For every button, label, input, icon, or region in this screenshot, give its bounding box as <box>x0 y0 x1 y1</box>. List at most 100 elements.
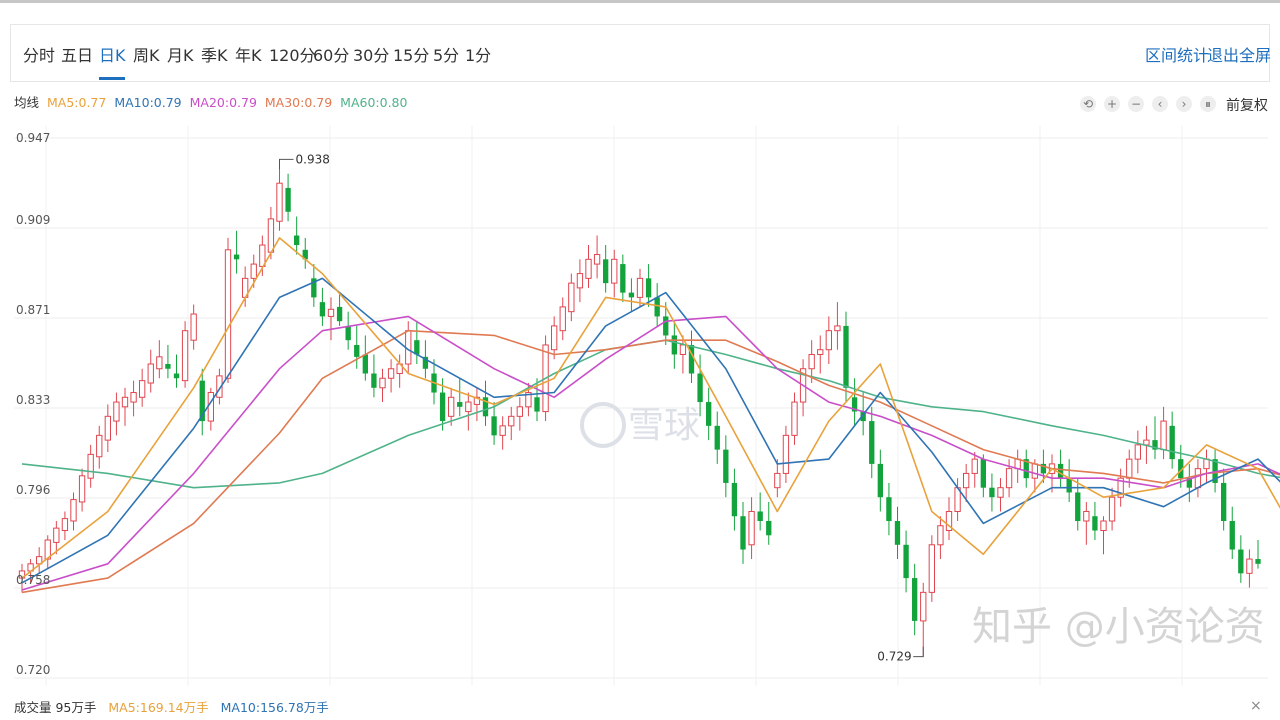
candle-body <box>679 344 687 355</box>
candle-body <box>1031 463 1038 479</box>
candle-body <box>1238 549 1244 574</box>
candle-body <box>576 273 584 289</box>
candle-body <box>1255 559 1261 564</box>
candle-body <box>628 292 635 298</box>
candle-body <box>156 356 163 370</box>
candle-body <box>834 325 841 332</box>
y-tick-label: 0.947 <box>16 131 50 145</box>
candle-body <box>791 401 798 436</box>
y-tick-label: 0.871 <box>16 303 50 317</box>
y-axis: 0.947 0.909 0.871 0.833 0.796 0.758 0.720 <box>16 131 50 677</box>
candle-body <box>267 218 275 253</box>
candle-body <box>886 497 892 521</box>
candle-body <box>1100 520 1107 532</box>
candle-body <box>636 277 644 298</box>
candle-body <box>663 316 669 336</box>
candle-body <box>1246 558 1253 574</box>
y-tick-label: 0.909 <box>16 213 50 227</box>
candle-body <box>354 344 360 357</box>
candle-body <box>1005 468 1013 489</box>
candle-body <box>336 306 343 322</box>
candle-body <box>448 396 455 417</box>
candle-body <box>714 425 720 450</box>
candle-body <box>285 187 291 212</box>
candle-body <box>1203 458 1210 470</box>
candle-body <box>362 354 368 374</box>
candle-body <box>1075 492 1081 521</box>
candle-body <box>551 325 558 351</box>
candle-body <box>620 264 626 293</box>
candle-body <box>1160 420 1167 451</box>
candle-body <box>345 325 351 341</box>
candlestick-chart: 雪球 知乎 @小资论资 0.947 0.909 0.871 0.833 0.796 0.7… <box>14 126 1280 686</box>
candle-body <box>585 258 592 279</box>
watermark-logo-text: 雪球 <box>628 405 700 446</box>
candle-body <box>371 373 377 388</box>
candle-body <box>989 487 995 498</box>
candle-body <box>173 373 180 379</box>
candle-body <box>903 544 909 579</box>
candle-body <box>1134 444 1141 460</box>
candle-body <box>294 235 300 246</box>
candle-body <box>1126 458 1133 479</box>
candle-body <box>516 406 523 417</box>
y-tick-label: 0.720 <box>16 663 50 677</box>
candle-body <box>723 449 729 483</box>
volume-info: 成交量 95万手 MA5:169.14万手 MA10:156.78万手 <box>14 697 337 716</box>
xueqiu-logo-icon <box>580 402 626 448</box>
candle-body <box>387 368 395 379</box>
candle-body <box>731 482 738 517</box>
candle-body <box>104 415 111 441</box>
volume-label: 成交量 95万手 <box>14 700 97 715</box>
candle-body <box>96 434 103 458</box>
candle-body <box>963 472 970 489</box>
candle-body <box>508 415 515 427</box>
candle-body <box>757 511 763 521</box>
candle-body <box>61 518 69 532</box>
candle-body <box>894 520 901 545</box>
candle-body <box>147 363 154 384</box>
candle-body <box>414 340 420 355</box>
candle-body <box>774 472 781 489</box>
y-tick-label: 0.758 <box>16 573 50 587</box>
candle-body <box>87 453 94 479</box>
candle-body <box>825 330 832 351</box>
low-label: 0.729 <box>877 650 911 664</box>
candle-body <box>276 182 283 222</box>
candle-body <box>740 516 746 550</box>
close-icon[interactable]: × <box>1250 698 1262 714</box>
candle-body <box>928 544 935 593</box>
candle-body <box>1169 425 1175 460</box>
candle-body <box>1057 463 1064 479</box>
candle-body <box>697 373 703 403</box>
candle-body <box>499 425 506 436</box>
y-tick-label: 0.796 <box>16 483 50 497</box>
candle-body <box>130 392 137 403</box>
candle-body <box>379 377 386 389</box>
high-label: 0.938 <box>296 152 330 166</box>
candle-body <box>645 278 652 298</box>
candle-body <box>70 499 77 522</box>
candle-body <box>1221 482 1227 521</box>
candle-body <box>190 313 197 341</box>
candle-body <box>1143 439 1150 446</box>
candle-body <box>121 396 129 408</box>
candle-body <box>1014 458 1021 470</box>
ma30-line <box>21 329 1280 594</box>
candle-body <box>207 392 214 422</box>
candle-body <box>113 401 120 422</box>
candle-body <box>78 475 86 503</box>
candle-body <box>1229 520 1235 550</box>
low-marker <box>913 646 924 658</box>
candle-body <box>782 434 790 474</box>
high-marker <box>279 158 294 170</box>
candle-body <box>327 308 335 317</box>
candle-body <box>920 591 927 622</box>
candle-body <box>457 402 463 407</box>
candle-body <box>971 458 978 474</box>
candle-body <box>53 527 60 543</box>
candle-body <box>869 421 875 464</box>
candle-body <box>165 363 171 369</box>
candle-body <box>706 402 712 426</box>
y-tick-label: 0.833 <box>16 393 50 407</box>
